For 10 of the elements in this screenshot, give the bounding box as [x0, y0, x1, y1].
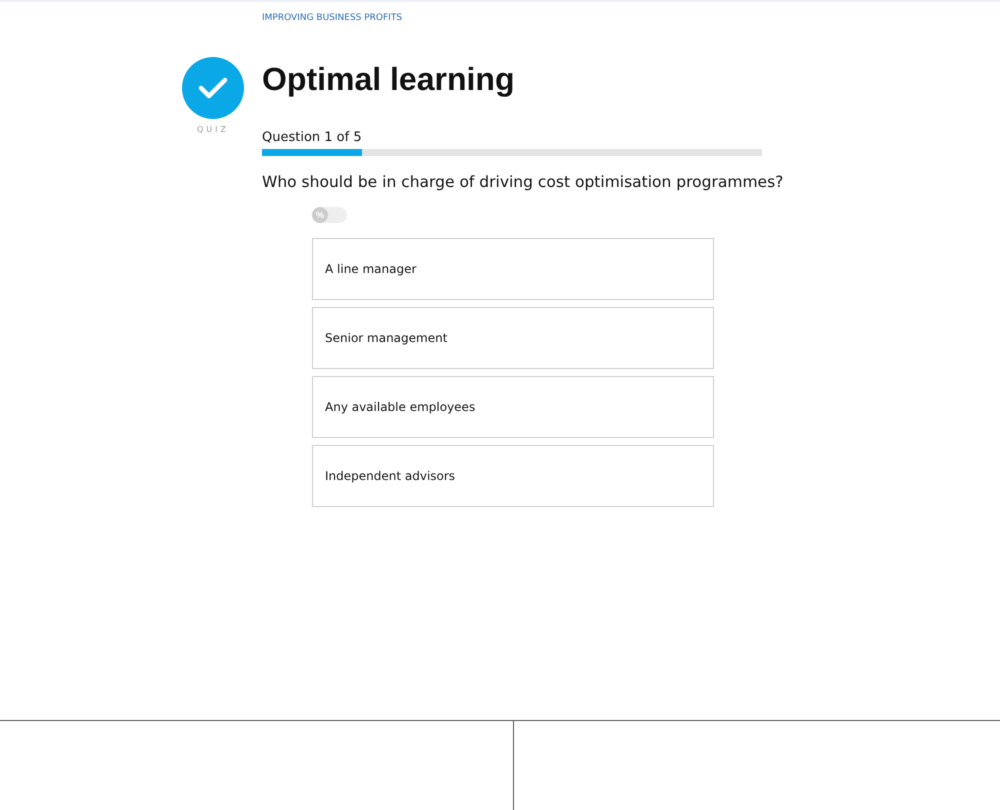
quiz-label: QUIZ — [197, 125, 229, 134]
question-counter: Question 1 of 5 — [262, 130, 362, 145]
breadcrumb-link[interactable]: IMPROVING BUSINESS PROFITS — [262, 13, 402, 23]
answer-option[interactable]: Independent advisors — [312, 445, 714, 507]
check-icon — [182, 57, 244, 119]
answer-option[interactable]: Senior management — [312, 307, 714, 369]
answer-option[interactable]: Any available employees — [312, 376, 714, 438]
answer-option[interactable]: A line manager — [312, 238, 714, 300]
page-title: Optimal learning — [262, 63, 514, 95]
question-text: Who should be in charge of driving cost optimisation programmes? — [262, 173, 784, 191]
